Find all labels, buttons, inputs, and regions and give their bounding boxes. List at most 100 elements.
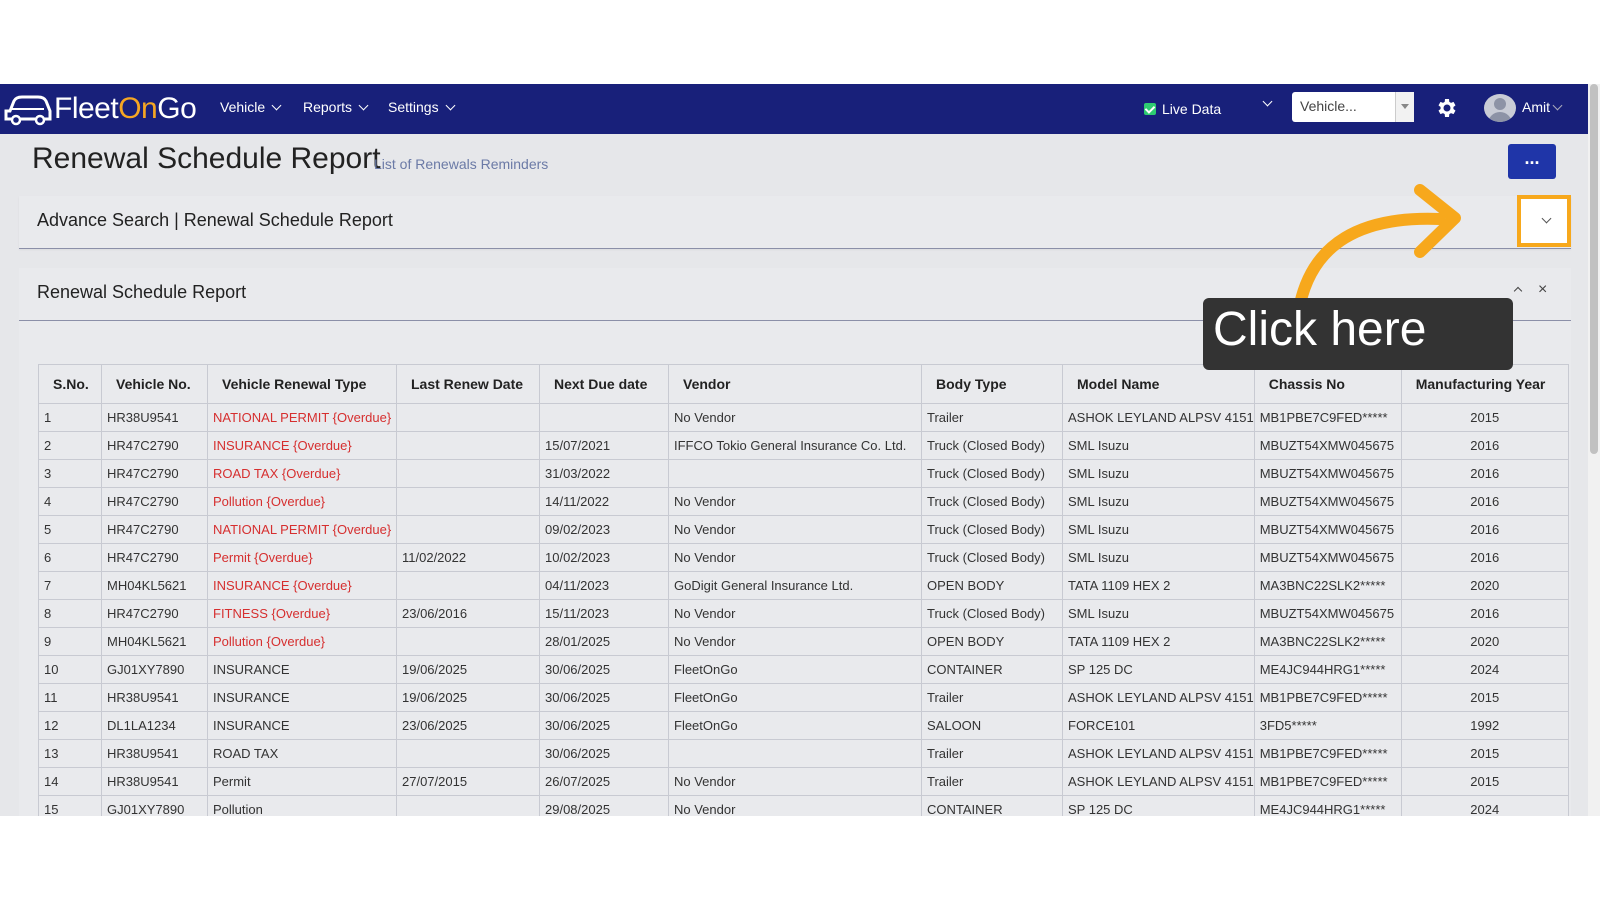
table-row[interactable]: 3 HR47C2790 ROAD TAX {Overdue} 31/03/2022 Tr… bbox=[38, 459, 1569, 488]
cell-sno: 13 bbox=[38, 739, 102, 768]
check-icon[interactable] bbox=[1144, 103, 1156, 115]
cell-vehicle-no: GJ01XY7890 bbox=[101, 655, 208, 684]
cell-next-due-date: 28/01/2025 bbox=[539, 627, 669, 656]
cell-model-name: SP 125 DC bbox=[1062, 795, 1255, 816]
cell-sno: 7 bbox=[38, 571, 102, 600]
cell-chassis-no: 3FD5***** bbox=[1253, 711, 1402, 740]
cell-manufacturing-year: 2015 bbox=[1400, 767, 1569, 796]
cell-renewal-type: INSURANCE {Overdue} bbox=[207, 431, 397, 460]
cell-body-type: Trailer bbox=[921, 767, 1063, 796]
cell-body-type: OPEN BODY bbox=[921, 571, 1063, 600]
top-navbar: FleetOnGo Vehicle Reports Settings Live … bbox=[0, 84, 1588, 134]
cell-next-due-date: 10/02/2023 bbox=[539, 543, 669, 572]
col-body-type[interactable]: Body Type bbox=[921, 364, 1063, 404]
table-row[interactable]: 1 HR38U9541 NATIONAL PERMIT {Overdue} No Ve… bbox=[38, 403, 1569, 432]
cell-vendor: FleetOnGo bbox=[668, 711, 922, 740]
close-icon[interactable]: × bbox=[1538, 281, 1547, 299]
cell-manufacturing-year: 2024 bbox=[1400, 795, 1569, 816]
menu-reports[interactable]: Reports bbox=[303, 99, 369, 115]
cell-manufacturing-year: 2016 bbox=[1400, 487, 1569, 516]
chevron-down-icon bbox=[358, 100, 369, 111]
cell-model-name: SML Isuzu bbox=[1062, 431, 1255, 460]
cell-chassis-no: MBUZT54XMW045675 bbox=[1253, 459, 1402, 488]
vehicle-select[interactable]: Vehicle... bbox=[1292, 92, 1414, 122]
col-sno[interactable]: S.No. bbox=[38, 364, 102, 404]
cell-model-name: ASHOK LEYLAND ALPSV 4151 bbox=[1062, 739, 1255, 768]
cell-chassis-no: MA3BNC22SLK2***** bbox=[1253, 627, 1402, 656]
col-chassis-no[interactable]: Chassis No bbox=[1253, 364, 1402, 404]
gear-icon[interactable] bbox=[1434, 96, 1458, 120]
col-last-renew-date[interactable]: Last Renew Date bbox=[396, 364, 540, 404]
col-model-name[interactable]: Model Name bbox=[1062, 364, 1255, 404]
cell-body-type: CONTAINER bbox=[921, 795, 1063, 816]
cell-model-name: SML Isuzu bbox=[1062, 515, 1255, 544]
cell-vendor: No Vendor bbox=[668, 599, 922, 628]
cell-sno: 5 bbox=[38, 515, 102, 544]
cell-model-name: SML Isuzu bbox=[1062, 487, 1255, 516]
table-row[interactable]: 14 HR38U9541 Permit 27/07/2015 26/07/2025 No … bbox=[38, 767, 1569, 796]
cell-renewal-type: Pollution bbox=[207, 795, 397, 816]
cell-sno: 12 bbox=[38, 711, 102, 740]
table-row[interactable]: 7 MH04KL5621 INSURANCE {Overdue} 04/11/2023… bbox=[38, 571, 1569, 600]
cell-vehicle-no: HR47C2790 bbox=[101, 515, 208, 544]
col-vehicle-no[interactable]: Vehicle No. bbox=[101, 364, 208, 404]
table-row[interactable]: 8 HR47C2790 FITNESS {Overdue} 23/06/2016 15/… bbox=[38, 599, 1569, 628]
cell-last-renew-date bbox=[396, 571, 540, 600]
scrollbar-thumb[interactable] bbox=[1590, 84, 1598, 454]
cell-body-type: SALOON bbox=[921, 711, 1063, 740]
cell-vehicle-no: DL1LA1234 bbox=[101, 711, 208, 740]
cell-vendor: No Vendor bbox=[668, 795, 922, 816]
live-data-toggle[interactable]: Live Data bbox=[1144, 101, 1221, 117]
table-row[interactable]: 5 HR47C2790 NATIONAL PERMIT {Overdue} 09/02… bbox=[38, 515, 1569, 544]
chevron-up-icon[interactable] bbox=[1513, 286, 1523, 296]
table-row[interactable]: 15 GJ01XY7890 Pollution 29/08/2025 No Vendor… bbox=[38, 795, 1569, 816]
cell-vehicle-no: HR38U9541 bbox=[101, 767, 208, 796]
table-row[interactable]: 4 HR47C2790 Pollution {Overdue} 14/11/2022 N… bbox=[38, 487, 1569, 516]
menu-settings[interactable]: Settings bbox=[388, 99, 456, 115]
table-row[interactable]: 6 HR47C2790 Permit {Overdue} 11/02/2022 10/0… bbox=[38, 543, 1569, 572]
cell-sno: 9 bbox=[38, 627, 102, 656]
cell-manufacturing-year: 2020 bbox=[1400, 627, 1569, 656]
col-vendor[interactable]: Vendor bbox=[668, 364, 922, 404]
app-frame: FleetOnGo Vehicle Reports Settings Live … bbox=[0, 84, 1600, 816]
cell-renewal-type: INSURANCE {Overdue} bbox=[207, 571, 397, 600]
user-menu[interactable]: Amit bbox=[1522, 99, 1563, 115]
more-actions-button[interactable]: ... bbox=[1508, 144, 1556, 179]
cell-vendor: FleetOnGo bbox=[668, 655, 922, 684]
cell-chassis-no: MBUZT54XMW045675 bbox=[1253, 515, 1402, 544]
cell-chassis-no: ME4JC944HRG1***** bbox=[1253, 655, 1402, 684]
chevron-down-icon[interactable] bbox=[1262, 96, 1273, 107]
advance-search-expand-button[interactable] bbox=[1517, 195, 1571, 247]
cell-sno: 8 bbox=[38, 599, 102, 628]
table-row[interactable]: 2 HR47C2790 INSURANCE {Overdue} 15/07/2021 I… bbox=[38, 431, 1569, 460]
cell-body-type: OPEN BODY bbox=[921, 627, 1063, 656]
avatar-icon[interactable] bbox=[1484, 94, 1516, 122]
table-row[interactable]: 12 DL1LA1234 INSURANCE 23/06/2025 30/06/2025… bbox=[38, 711, 1569, 740]
table-row[interactable]: 9 MH04KL5621 Pollution {Overdue} 28/01/2025… bbox=[38, 627, 1569, 656]
page-scrollbar[interactable] bbox=[1588, 84, 1600, 816]
cell-sno: 11 bbox=[38, 683, 102, 712]
col-renewal-type[interactable]: Vehicle Renewal Type bbox=[207, 364, 397, 404]
cell-last-renew-date: 23/06/2016 bbox=[396, 599, 540, 628]
col-manufacturing-year[interactable]: Manufacturing Year bbox=[1400, 364, 1569, 404]
cell-chassis-no: MA3BNC22SLK2***** bbox=[1253, 571, 1402, 600]
cell-renewal-type: Pollution {Overdue} bbox=[207, 627, 397, 656]
cell-manufacturing-year: 2015 bbox=[1400, 683, 1569, 712]
cell-next-due-date: 26/07/2025 bbox=[539, 767, 669, 796]
cell-next-due-date: 30/06/2025 bbox=[539, 683, 669, 712]
cell-body-type: CONTAINER bbox=[921, 655, 1063, 684]
cell-model-name: SML Isuzu bbox=[1062, 543, 1255, 572]
cell-vehicle-no: HR47C2790 bbox=[101, 431, 208, 460]
cell-last-renew-date: 19/06/2025 bbox=[396, 683, 540, 712]
advance-search-title[interactable]: Advance Search | Renewal Schedule Report bbox=[37, 210, 393, 231]
brand-logo[interactable]: FleetOnGo bbox=[4, 90, 197, 128]
cell-chassis-no: MBUZT54XMW045675 bbox=[1253, 487, 1402, 516]
col-next-due-date[interactable]: Next Due date bbox=[539, 364, 669, 404]
table-row[interactable]: 13 HR38U9541 ROAD TAX 30/06/2025 Trailer ASHO… bbox=[38, 739, 1569, 768]
cell-manufacturing-year: 2016 bbox=[1400, 543, 1569, 572]
table-row[interactable]: 11 HR38U9541 INSURANCE 19/06/2025 30/06/2025… bbox=[38, 683, 1569, 712]
cell-manufacturing-year: 2016 bbox=[1400, 599, 1569, 628]
table-row[interactable]: 10 GJ01XY7890 INSURANCE 19/06/2025 30/06/202… bbox=[38, 655, 1569, 684]
cell-vehicle-no: HR47C2790 bbox=[101, 599, 208, 628]
menu-vehicle[interactable]: Vehicle bbox=[220, 99, 282, 115]
